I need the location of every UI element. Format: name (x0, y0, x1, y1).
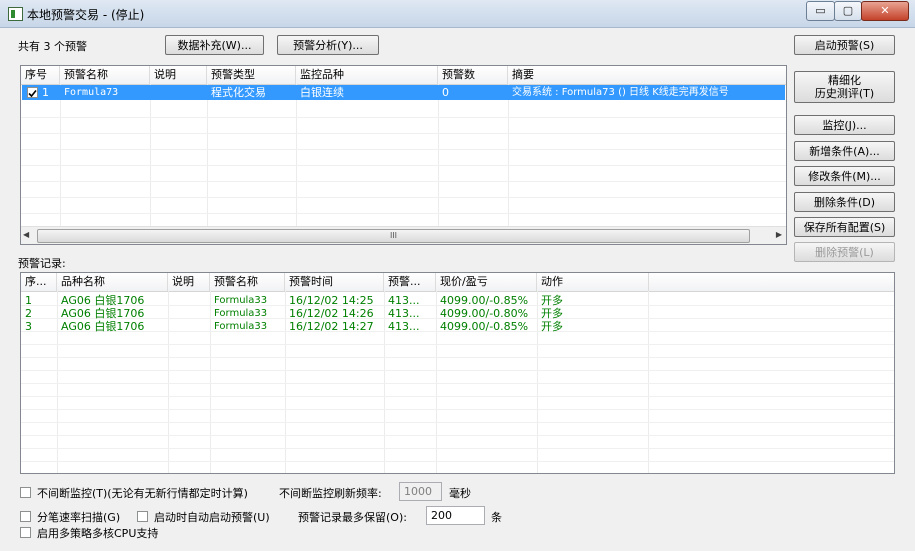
rec-symbol: AG06 白银1706 (61, 307, 145, 320)
rec-symbol: AG06 白银1706 (61, 320, 145, 333)
rec-alert-name: Formula33 (214, 321, 268, 332)
col-index[interactable]: 序号 (21, 66, 60, 84)
rec-time: 16/12/02 14:25 (289, 294, 374, 307)
refine-history-button[interactable]: 精细化 历史测评(T) (794, 71, 895, 103)
table-row[interactable]: 1 Formula73 程式化交易 白银连续 0 交易系统 : Formula7… (22, 85, 785, 100)
rec-pnl: 4099.00/-0.80% (440, 307, 529, 320)
rec-time: 16/12/02 14:27 (289, 320, 374, 333)
scroll-right-icon[interactable]: ▶ (776, 230, 782, 239)
refresh-freq-unit: 毫秒 (449, 487, 471, 500)
minimize-button[interactable]: ▭ (806, 1, 835, 21)
rec-action: 开多 (541, 320, 563, 333)
modify-condition-button[interactable]: 修改条件(M)... (794, 166, 895, 186)
close-icon: ✕ (880, 4, 890, 17)
data-fill-button[interactable]: 数据补充(W)... (165, 35, 264, 55)
alert-table[interactable]: 序号 预警名称 说明 预警类型 监控品种 预警数 摘要 1 Formula73 … (20, 65, 787, 245)
rec-price: 413... (388, 307, 420, 320)
tick-scan-label: 分笔速率扫描(G) (37, 511, 121, 524)
rec-index: 1 (25, 294, 32, 307)
col-alert-name[interactable]: 预警名称 (60, 66, 150, 84)
monitor-button[interactable]: 监控(J)... (794, 115, 895, 135)
rec-col-pnl[interactable]: 现价/盈亏 (436, 273, 537, 291)
start-alert-button[interactable]: 启动预警(S) (794, 35, 895, 55)
multi-cpu-checkbox[interactable] (20, 527, 31, 538)
rec-action: 开多 (541, 294, 563, 307)
row-index: 1 (42, 86, 49, 99)
rec-desc (168, 294, 210, 307)
scroll-thumb[interactable]: III (37, 229, 750, 243)
records-table-header: 序... 品种名称 说明 预警名称 预警时间 预警... 现价/盈亏 动作 (21, 273, 894, 292)
row-checkbox[interactable] (27, 87, 38, 98)
window-title: 本地预警交易 - (停止) (27, 8, 145, 22)
records-table[interactable]: 序... 品种名称 说明 预警名称 预警时间 预警... 现价/盈亏 动作 1 … (20, 272, 895, 474)
row-summary: 交易系统 : Formula73 () 日线 K线走完再发信号 (512, 87, 729, 98)
rec-col-action[interactable]: 动作 (537, 273, 649, 291)
refine-label-line2: 历史测评(T) (814, 87, 875, 100)
col-symbol[interactable]: 监控品种 (296, 66, 438, 84)
rec-desc (168, 307, 210, 320)
rec-price: 413... (388, 320, 420, 333)
row-alert-type: 程式化交易 (211, 86, 266, 99)
rec-pnl: 4099.00/-0.85% (440, 320, 529, 333)
title-bar: 本地预警交易 - (停止) ▭ ▢ ✕ (0, 0, 915, 28)
auto-start-label: 启动时自动启动预警(U) (154, 511, 270, 524)
auto-start-checkbox[interactable] (137, 511, 148, 522)
col-summary[interactable]: 摘要 (508, 66, 786, 84)
alert-count-label: 共有 3 个预警 (18, 40, 87, 53)
alert-analysis-button[interactable]: 预警分析(Y)... (277, 35, 379, 55)
tick-scan-checkbox[interactable] (20, 511, 31, 522)
add-condition-button[interactable]: 新增条件(A)... (794, 141, 895, 161)
row-alert-count: 0 (442, 86, 449, 99)
maximize-button[interactable]: ▢ (834, 1, 862, 21)
continuous-monitor-checkbox[interactable] (20, 487, 31, 498)
rec-col-index[interactable]: 序... (21, 273, 57, 291)
rec-action: 开多 (541, 307, 563, 320)
save-all-config-button[interactable]: 保存所有配置(S) (794, 217, 895, 237)
refine-label-line1: 精细化 (828, 74, 861, 87)
rec-col-desc[interactable]: 说明 (168, 273, 210, 291)
row-desc (150, 86, 207, 99)
scroll-left-icon[interactable]: ◀ (23, 230, 29, 239)
refresh-freq-input: 1000 (399, 482, 442, 501)
continuous-monitor-label: 不间断监控(T)(无论有无新行情都定时计算) (37, 487, 248, 500)
rec-time: 16/12/02 14:26 (289, 307, 374, 320)
rec-col-time[interactable]: 预警时间 (285, 273, 384, 291)
app-icon (8, 7, 23, 21)
max-records-input[interactable]: 200 (426, 506, 485, 525)
max-records-unit: 条 (491, 511, 502, 524)
col-alert-type[interactable]: 预警类型 (207, 66, 296, 84)
delete-condition-button[interactable]: 删除条件(D) (794, 192, 895, 212)
rec-col-price[interactable]: 预警... (384, 273, 436, 291)
delete-alert-button: 删除预警(L) (794, 242, 895, 262)
row-symbol: 白银连续 (300, 86, 344, 99)
rec-price: 413... (388, 294, 420, 307)
rec-col-symbol[interactable]: 品种名称 (57, 273, 168, 291)
alert-table-header: 序号 预警名称 说明 预警类型 监控品种 预警数 摘要 (21, 66, 786, 85)
rec-pnl: 4099.00/-0.85% (440, 294, 529, 307)
minimize-icon: ▭ (815, 4, 826, 17)
close-button[interactable]: ✕ (861, 1, 909, 21)
rec-col-alert-name[interactable]: 预警名称 (210, 273, 285, 291)
refresh-freq-label: 不间断监控刷新频率: (279, 487, 382, 500)
col-alert-count[interactable]: 预警数 (438, 66, 508, 84)
alert-table-hscrollbar[interactable]: ◀ III ▶ (21, 226, 786, 244)
rec-alert-name: Formula33 (214, 295, 268, 306)
rec-index: 3 (25, 320, 32, 333)
rec-symbol: AG06 白银1706 (61, 294, 145, 307)
max-records-label: 预警记录最多保留(O): (298, 511, 407, 524)
rec-index: 2 (25, 307, 32, 320)
row-alert-name: Formula73 (64, 87, 119, 98)
col-desc[interactable]: 说明 (150, 66, 207, 84)
maximize-icon: ▢ (842, 4, 854, 17)
rec-alert-name: Formula33 (214, 308, 268, 319)
records-label: 预警记录: (18, 257, 66, 270)
multi-cpu-label: 启用多策略多核CPU支持 (37, 527, 159, 540)
rec-desc (168, 320, 210, 333)
check-icon (28, 89, 37, 98)
